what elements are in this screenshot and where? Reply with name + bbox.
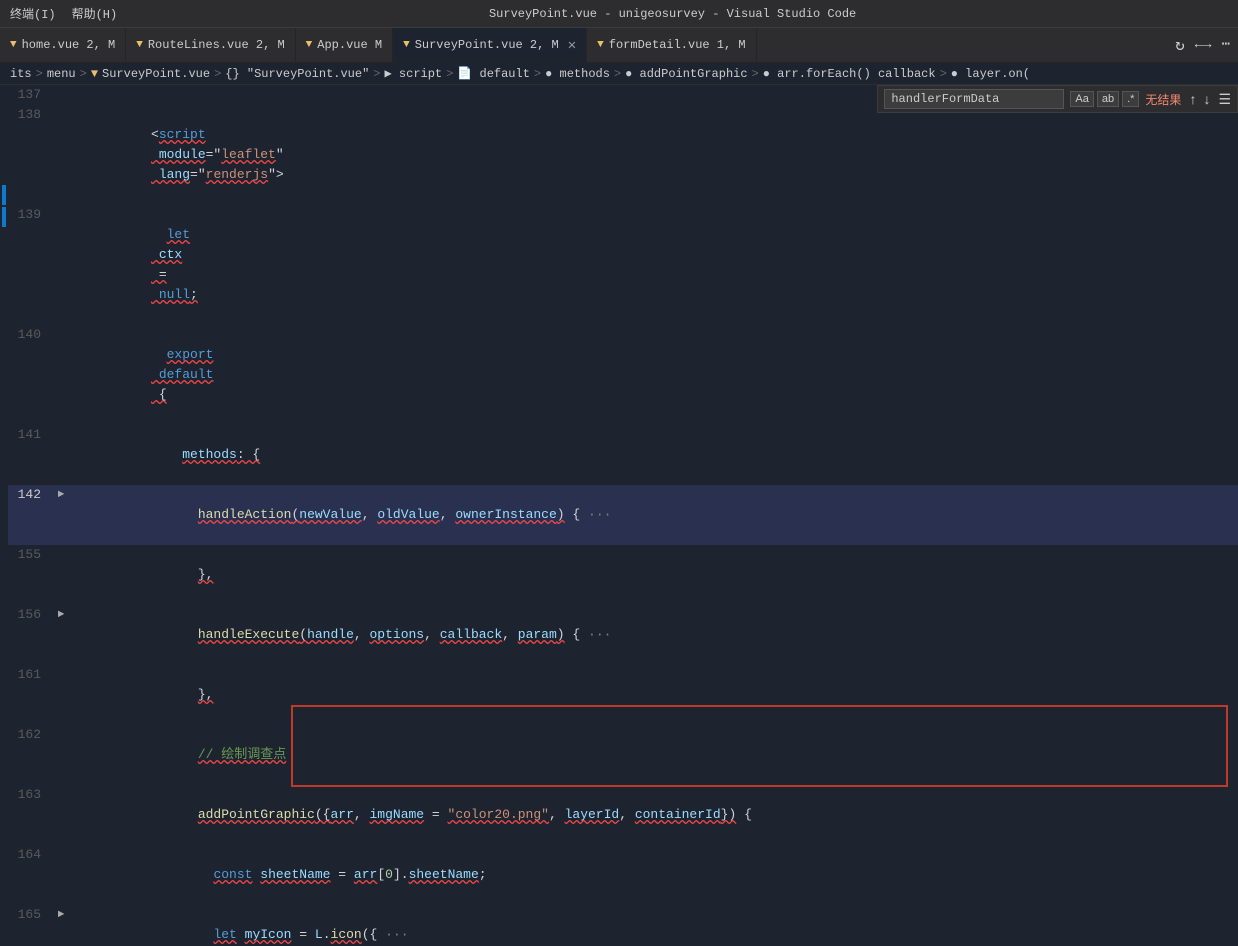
menu-terminal[interactable]: 终端(I): [10, 5, 56, 22]
line-content-138: <script module="leaflet" lang="renderjs"…: [69, 105, 1238, 205]
window-title: SurveyPoint.vue - unigeosurvey - Visual …: [117, 7, 1228, 21]
line-content-142: handleAction(newValue, oldValue, ownerIn…: [69, 485, 1238, 545]
breadcrumb-file[interactable]: SurveyPoint.vue: [102, 67, 210, 81]
line-num-142: 142: [8, 485, 53, 545]
search-next-button[interactable]: ↓: [1201, 91, 1212, 107]
tab-bar: ▼ home.vue 2, M ▼ RouteLines.vue 2, M ▼ …: [0, 28, 1238, 63]
breadcrumb-scope3: 📄 default: [457, 66, 530, 81]
history-icon[interactable]: ↻: [1175, 35, 1185, 55]
match-case-button[interactable]: Aa: [1070, 91, 1093, 107]
left-gutter: [0, 85, 8, 946]
breadcrumb-scope4: ● methods: [545, 67, 610, 81]
line-num-140: 140: [8, 325, 53, 425]
tab-formdetail[interactable]: ▼ formDetail.vue 1, M: [587, 28, 756, 62]
line-content-139: let ctx = null;: [69, 205, 1238, 325]
line-num-165: 165: [8, 905, 53, 946]
search-prev-button[interactable]: ↑: [1187, 91, 1198, 107]
tab-close-surveypoint[interactable]: ✕: [568, 37, 576, 54]
tab-surveypoint[interactable]: ▼ SurveyPoint.vue 2, M ✕: [393, 28, 587, 62]
editor-area: 137 138 <script module="leaflet" lang="r…: [0, 85, 1238, 946]
code-line-138: 138 <script module="leaflet" lang="rende…: [8, 105, 1238, 205]
breadcrumb-scope7: ● layer.on(: [951, 67, 1030, 81]
line-num-161: 161: [8, 665, 53, 725]
line-num-164: 164: [8, 845, 53, 905]
left-indicator-1: [2, 185, 6, 205]
match-word-button[interactable]: ab: [1097, 91, 1119, 107]
line-num-137: 137: [8, 85, 53, 105]
line-num-138: 138: [8, 105, 53, 205]
tab-icon-formdetail: ▼: [597, 39, 604, 51]
code-line-141: 141 methods: {: [8, 425, 1238, 485]
line-num-155: 155: [8, 545, 53, 605]
line-content-165: let myIcon = L.icon({ ···: [69, 905, 1238, 946]
search-options: Aa ab .*: [1070, 91, 1139, 107]
code-line-165: 165 ► let myIcon = L.icon({ ···: [8, 905, 1238, 946]
breadcrumb-scope1: {} "SurveyPoint.vue": [225, 67, 369, 81]
tab-label-app: App.vue M: [317, 38, 382, 52]
code-line-161: 161 },: [8, 665, 1238, 725]
menu-help[interactable]: 帮助(H): [72, 5, 118, 22]
breadcrumb-menu[interactable]: menu: [47, 67, 76, 81]
search-input[interactable]: [884, 89, 1064, 109]
code-line-164: 164 const sheetName = arr[0].sheetName;: [8, 845, 1238, 905]
code-lines: 137 138 <script module="leaflet" lang="r…: [8, 85, 1238, 946]
code-line-156: 156 ► handleExecute(handle, options, cal…: [8, 605, 1238, 665]
title-bar-menu: 终端(I) 帮助(H): [10, 5, 117, 22]
breadcrumb-file-icon: ▼: [91, 67, 98, 81]
tab-bar-icons: ↻ ←→ ⋯: [1167, 28, 1238, 62]
search-nav: ↑ ↓: [1187, 91, 1212, 107]
line-content-162: // 绘制调查点: [69, 725, 1238, 785]
breadcrumb-sep1: >: [36, 67, 43, 81]
breadcrumb-sep2: >: [80, 67, 87, 81]
breadcrumb-scope2: ▶ script: [385, 66, 443, 81]
title-bar: 终端(I) 帮助(H) SurveyPoint.vue - unigeosurv…: [0, 0, 1238, 28]
line-content-163: addPointGraphic({arr, imgName = "color20…: [69, 785, 1238, 845]
line-content-156: handleExecute(handle, options, callback,…: [69, 605, 1238, 665]
tab-app[interactable]: ▼ App.vue M: [296, 28, 393, 62]
search-bar: Aa ab .* 无结果 ↑ ↓ ☰: [877, 85, 1238, 113]
left-indicator-2: [2, 207, 6, 227]
code-line-163: 163 addPointGraphic({arr, imgName = "col…: [8, 785, 1238, 845]
tab-label-home: home.vue 2, M: [22, 38, 116, 52]
line-content-155: },: [69, 545, 1238, 605]
line-num-163: 163: [8, 785, 53, 845]
tab-icon-home: ▼: [10, 39, 17, 51]
use-regex-button[interactable]: .*: [1122, 91, 1139, 107]
tab-label-routelines: RouteLines.vue 2, M: [148, 38, 285, 52]
line-num-156: 156: [8, 605, 53, 665]
tab-icon-routelines: ▼: [136, 39, 143, 51]
line-content-161: },: [69, 665, 1238, 725]
line-content-164: const sheetName = arr[0].sheetName;: [69, 845, 1238, 905]
tab-label-formdetail: formDetail.vue 1, M: [609, 38, 746, 52]
tab-icon-app: ▼: [306, 39, 313, 51]
more-icon[interactable]: ⋯: [1222, 36, 1230, 53]
code-line-142: 142 ► handleAction(newValue, oldValue, o…: [8, 485, 1238, 545]
split-icon[interactable]: ←→: [1195, 37, 1212, 53]
tab-routelines[interactable]: ▼ RouteLines.vue 2, M: [126, 28, 295, 62]
breadcrumb-its[interactable]: its: [10, 67, 32, 81]
line-num-162: 162: [8, 725, 53, 785]
code-line-162: 162 // 绘制调查点: [8, 725, 1238, 785]
tab-home[interactable]: ▼ home.vue 2, M: [0, 28, 126, 62]
line-num-141: 141: [8, 425, 53, 485]
tab-label-surveypoint: SurveyPoint.vue 2, M: [415, 38, 559, 52]
line-content-140: export default {: [69, 325, 1238, 425]
search-no-result: 无结果: [1145, 91, 1181, 108]
tab-icon-surveypoint: ▼: [403, 39, 410, 51]
breadcrumb-scope5: ● addPointGraphic: [625, 67, 747, 81]
breadcrumb-scope6: ● arr.forEach() callback: [763, 67, 936, 81]
breadcrumb: its > menu > ▼ SurveyPoint.vue > {} "Sur…: [0, 63, 1238, 85]
line-num-139: 139: [8, 205, 53, 325]
code-line-140: 140 export default {: [8, 325, 1238, 425]
line-content-141: methods: {: [69, 425, 1238, 485]
code-line-139: 139 let ctx = null;: [8, 205, 1238, 325]
search-more-button[interactable]: ☰: [1218, 91, 1231, 108]
code-container[interactable]: 137 138 <script module="leaflet" lang="r…: [8, 85, 1238, 946]
code-line-155: 155 },: [8, 545, 1238, 605]
